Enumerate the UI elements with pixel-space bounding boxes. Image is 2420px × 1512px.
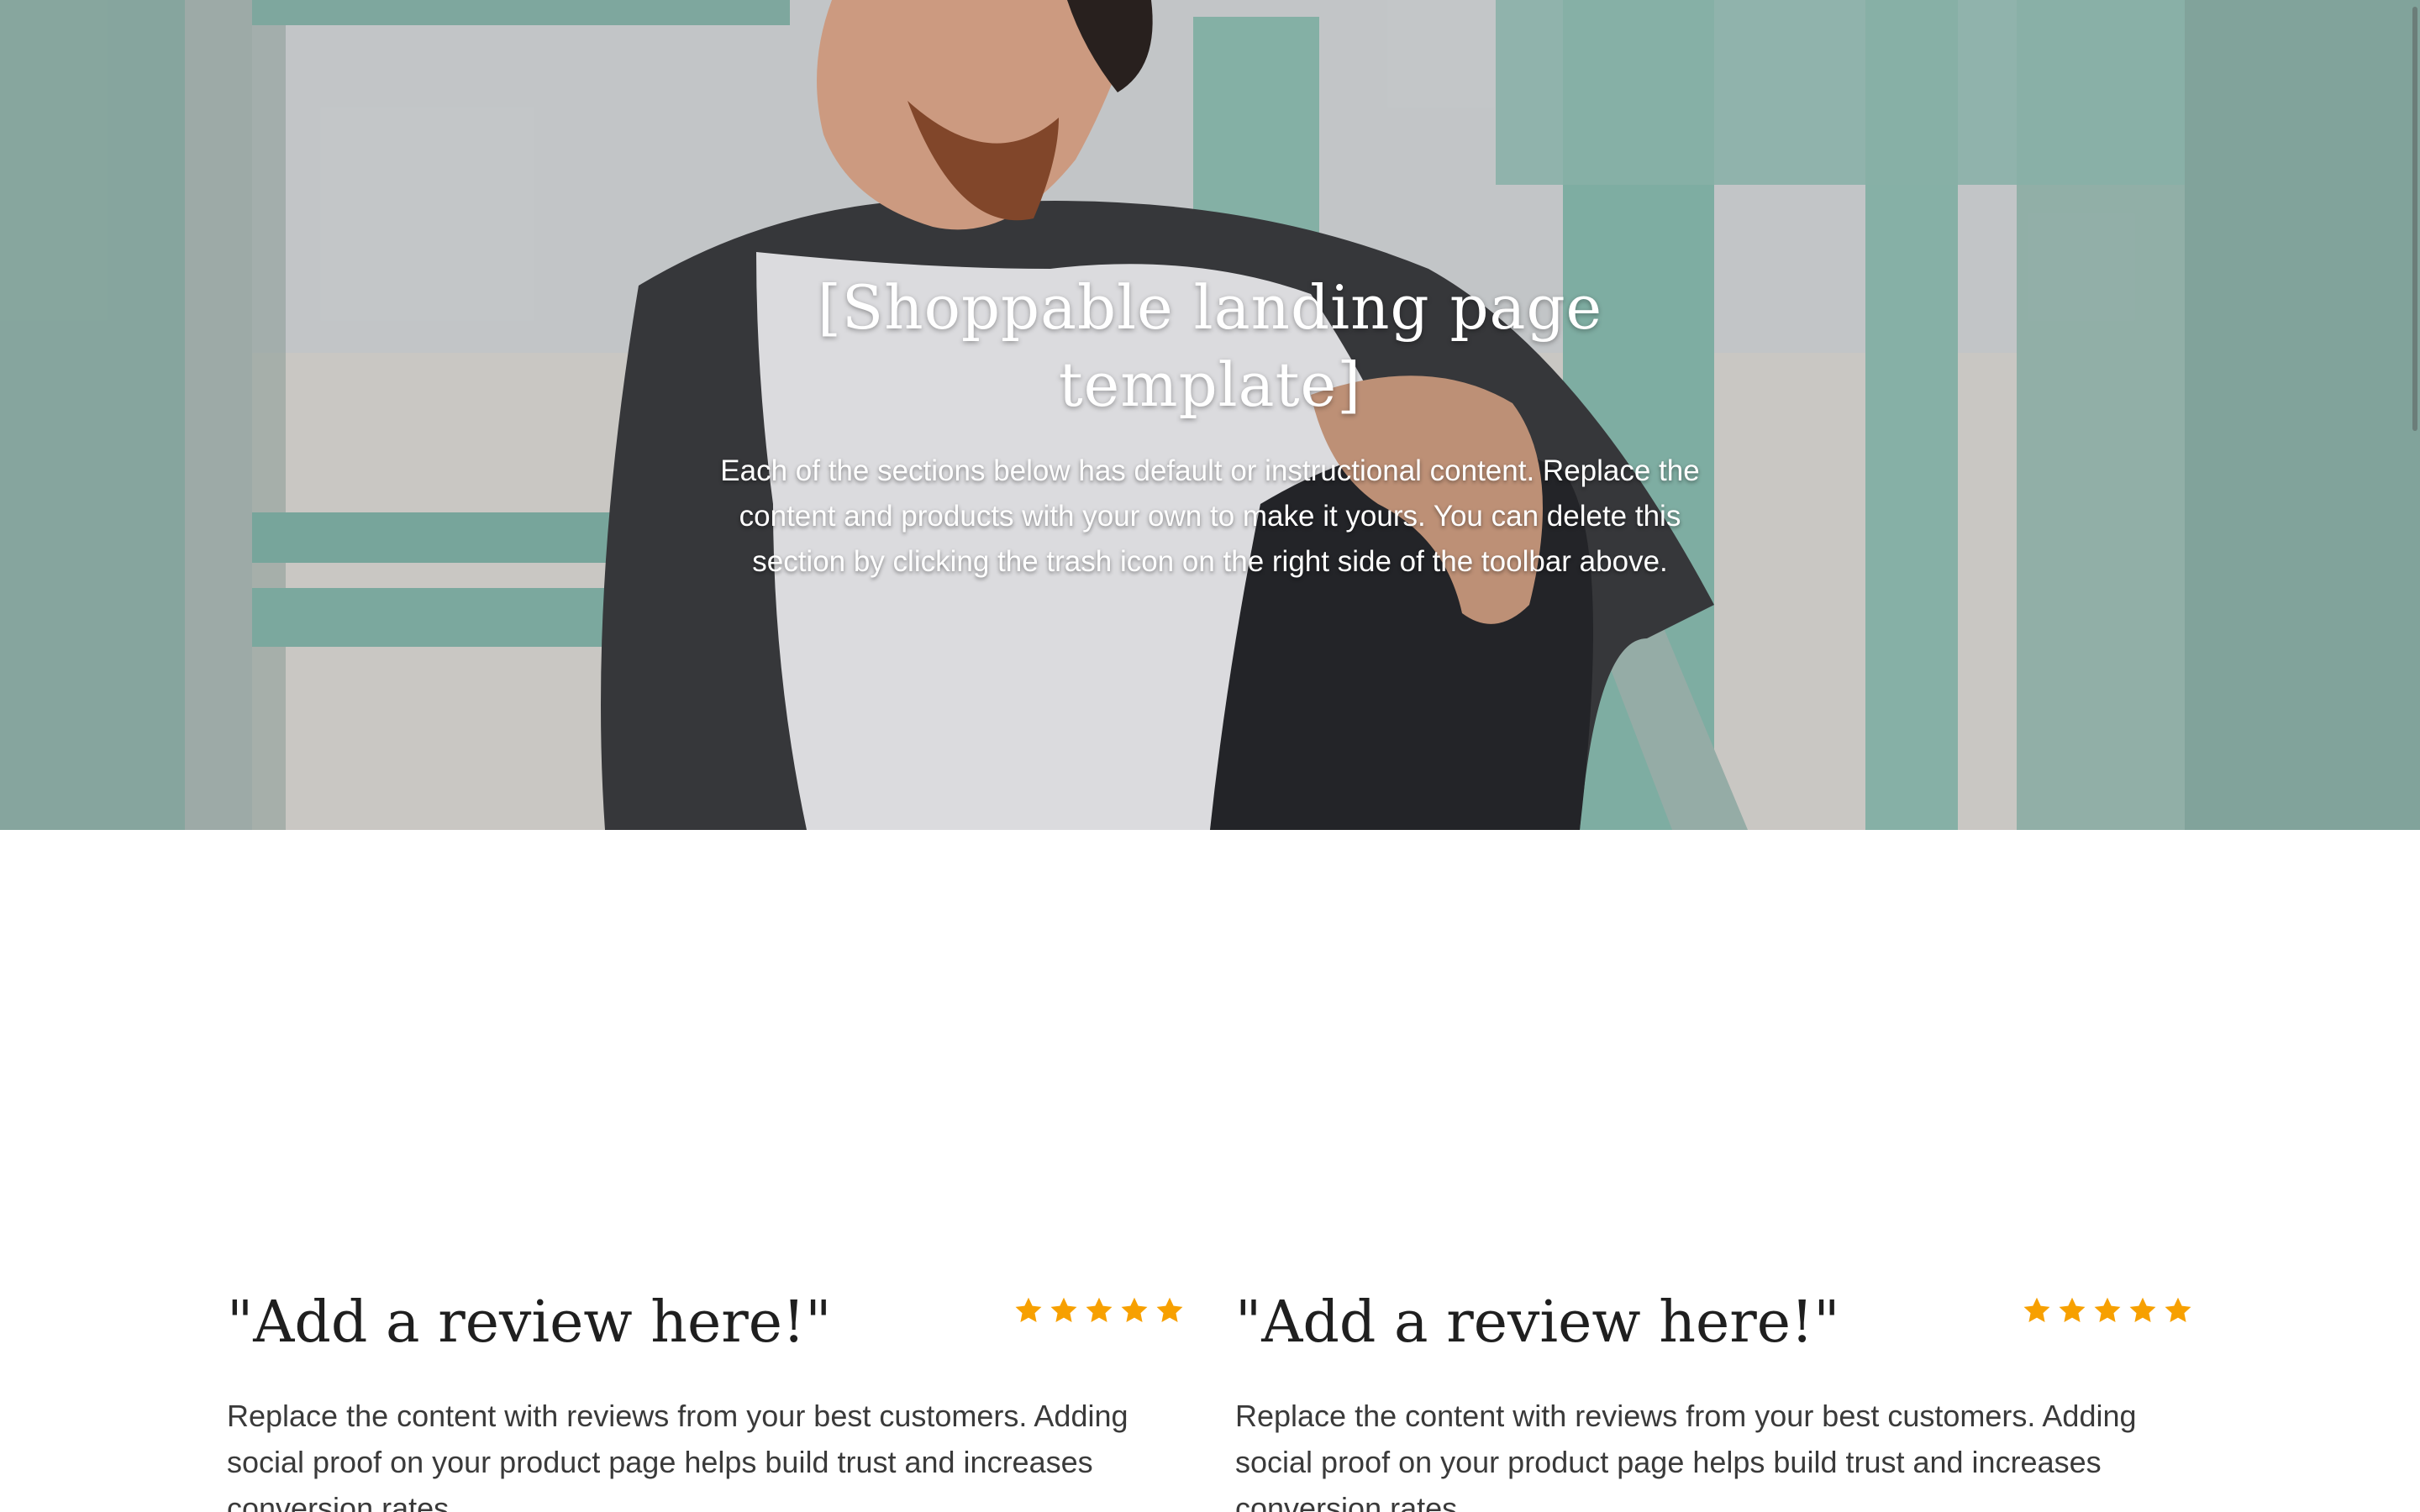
review-title: "Add a review here!" (1235, 1289, 1840, 1356)
star-icon (2094, 1297, 2121, 1322)
hero-subtitle: Each of the sections below has default o… (720, 454, 1700, 578)
star-icon (2165, 1297, 2191, 1322)
hero-content: [Shoppable landing page template] Each o… (689, 269, 1731, 585)
star-icon (2129, 1297, 2156, 1322)
page-scrollbar[interactable] (2408, 0, 2420, 1512)
star-rating (1013, 1295, 1185, 1326)
reviews-section: "Add a review here!" Replace the content… (227, 1277, 2193, 1512)
star-icon (1015, 1297, 1042, 1322)
hero-banner: [Shoppable landing page template] Each o… (0, 0, 2420, 830)
star-icon (2059, 1297, 2086, 1322)
scrollbar-thumb[interactable] (2412, 7, 2417, 431)
hero-title: [Shoppable landing page template] (817, 272, 1603, 420)
review-text: Replace the content with reviews from yo… (227, 1399, 1128, 1512)
star-icon (1050, 1297, 1077, 1322)
review-title: "Add a review here!" (227, 1289, 832, 1356)
review-header: "Add a review here!" (227, 1277, 1185, 1369)
star-icon (1086, 1297, 1113, 1322)
star-icon (1121, 1297, 1148, 1322)
star-icon (1156, 1297, 1183, 1322)
star-icon (2023, 1297, 2050, 1322)
review-text: Replace the content with reviews from yo… (1235, 1399, 2137, 1512)
star-rating (2022, 1295, 2193, 1326)
review-header: "Add a review here!" (1235, 1277, 2193, 1369)
review-card: "Add a review here!" Replace the content… (227, 1277, 1185, 1512)
review-card: "Add a review here!" Replace the content… (1235, 1277, 2193, 1512)
